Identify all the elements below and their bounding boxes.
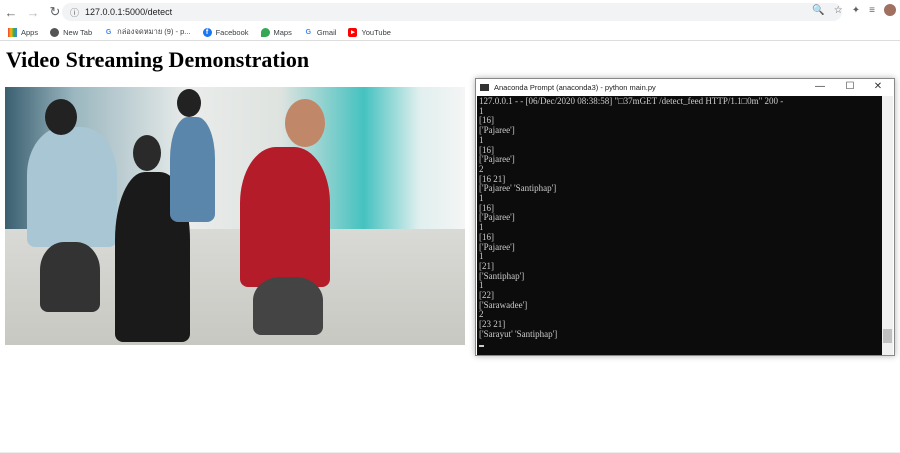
- terminal-line: ['Santiphap']: [479, 270, 525, 281]
- terminal-line: 1: [479, 280, 484, 291]
- bookmark-apps[interactable]: Apps: [8, 27, 39, 37]
- terminal-line: 2: [479, 163, 484, 174]
- browser-toolbar: ← → ↻ ⓘ 127.0.0.1:5000/detect 🔍 ☆ ✦ ≡: [0, 0, 900, 24]
- terminal-line: ['Sarawadee']: [479, 299, 528, 310]
- info-icon[interactable]: ⓘ: [70, 6, 79, 19]
- terminal-line: 1: [479, 193, 484, 204]
- terminal-line: ['Pajaree']: [479, 212, 515, 223]
- terminal-line: ['Pajaree']: [479, 125, 515, 136]
- terminal-icon: [480, 83, 489, 91]
- terminal-scrollbar[interactable]: [882, 96, 893, 355]
- apps-grid-icon: [8, 27, 17, 37]
- close-button[interactable]: ✕: [864, 79, 892, 95]
- bookmark-label: กล่องจดหมาย (9) - p...: [117, 27, 191, 36]
- minimize-button[interactable]: —: [806, 79, 834, 95]
- terminal-window: Anaconda Prompt (anaconda3) - python mai…: [475, 78, 895, 356]
- bookmark-label: YouTube: [361, 27, 391, 37]
- terminal-title: Anaconda Prompt (anaconda3) - python mai…: [494, 82, 656, 92]
- maps-pin-icon: [260, 27, 270, 37]
- terminal-line: [16]: [479, 231, 494, 242]
- terminal-cursor: [479, 344, 484, 347]
- bookmark-gmail[interactable]: G Gmail: [304, 28, 337, 37]
- bookmark-youtube[interactable]: ▸ YouTube: [348, 27, 391, 37]
- terminal-line: 2: [479, 309, 484, 320]
- maximize-button[interactable]: ☐: [836, 79, 864, 95]
- facebook-icon: f: [202, 27, 212, 37]
- terminal-line: 127.0.0.1 - - [06/Dec/2020 08:38:58] "□3…: [479, 96, 784, 106]
- terminal-line: 1: [479, 251, 484, 262]
- google-icon: G: [305, 28, 312, 36]
- page-title: Video Streaming Demonstration: [6, 47, 310, 72]
- reading-list-icon[interactable]: ≡: [869, 5, 875, 16]
- terminal-line: 1: [479, 134, 484, 145]
- terminal-line: [21]: [479, 260, 494, 271]
- terminal-line: 1: [479, 105, 484, 116]
- terminal-line: ['Sarayut' 'Santiphap']: [479, 328, 558, 339]
- youtube-icon: ▸: [348, 27, 358, 37]
- terminal-line: [16]: [479, 115, 494, 126]
- star-icon[interactable]: ☆: [834, 5, 843, 16]
- terminal-line: [22]: [479, 290, 494, 301]
- google-icon: G: [105, 28, 112, 36]
- bookmark-facebook[interactable]: f Facebook: [202, 27, 249, 37]
- bookmark-label: Facebook: [215, 27, 249, 37]
- bookmarks-bar: Apps New Tab G กล่องจดหมาย (9) - p... f Fa…: [0, 24, 900, 41]
- terminal-line: ['Pajaree' 'Santiphap']: [479, 183, 557, 194]
- bookmark-label: Gmail: [316, 27, 337, 37]
- bookmark-label: New Tab: [63, 27, 93, 37]
- terminal-output[interactable]: 127.0.0.1 - - [06/Dec/2020 08:38:58] "□3…: [477, 96, 883, 355]
- terminal-line: 1: [479, 222, 484, 233]
- url-text: 127.0.0.1:5000/detect: [85, 7, 173, 17]
- terminal-line: ['Pajaree']: [479, 241, 515, 252]
- extensions-icon[interactable]: ✦: [852, 5, 860, 16]
- terminal-line: [16]: [479, 202, 494, 213]
- avatar[interactable]: [884, 4, 896, 16]
- address-bar[interactable]: ⓘ 127.0.0.1:5000/detect: [62, 3, 842, 21]
- bookmark-maps[interactable]: Maps: [260, 27, 292, 37]
- terminal-line: ['Pajaree']: [479, 154, 515, 165]
- terminal-line: [16]: [479, 144, 494, 155]
- back-icon[interactable]: ←: [0, 5, 22, 20]
- bookmark-inbox[interactable]: G กล่องจดหมาย (9) - p...: [104, 26, 191, 38]
- zoom-icon[interactable]: 🔍: [812, 5, 824, 16]
- forward-icon[interactable]: →: [22, 5, 44, 20]
- video-stream: [5, 87, 465, 345]
- globe-icon: [50, 27, 60, 37]
- bookmark-label: Apps: [21, 27, 39, 37]
- bookmark-label: Maps: [273, 27, 292, 37]
- bookmark-new-tab[interactable]: New Tab: [50, 27, 93, 37]
